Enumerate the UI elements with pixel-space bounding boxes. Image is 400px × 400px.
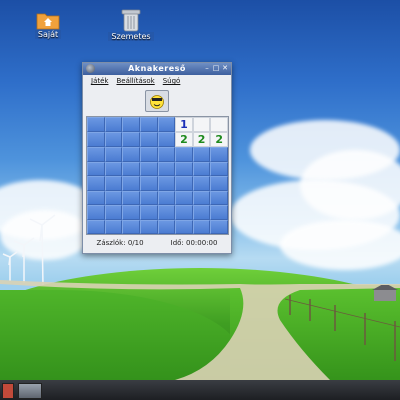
revealed-cell [210, 117, 228, 132]
new-game-button[interactable] [145, 90, 169, 112]
hidden-cell[interactable] [210, 176, 228, 191]
hidden-cell[interactable] [210, 205, 228, 220]
hidden-cell[interactable] [192, 190, 211, 205]
revealed-cell: 2 [192, 132, 211, 147]
hidden-cell[interactable] [139, 147, 158, 162]
hidden-cell[interactable] [157, 147, 176, 162]
desktop-background: Saját Szemetes Aknakereső – □ ✕ Játék Be… [0, 0, 400, 380]
menu-game[interactable]: Játék [91, 77, 108, 85]
hidden-cell[interactable] [192, 176, 211, 191]
hidden-cell[interactable] [104, 219, 123, 234]
hidden-cell[interactable] [122, 205, 140, 220]
hidden-cell[interactable] [104, 117, 123, 132]
hidden-cell[interactable] [210, 219, 228, 234]
hidden-cell[interactable] [122, 219, 140, 234]
hidden-cell[interactable] [210, 190, 228, 205]
hidden-cell[interactable] [87, 205, 105, 220]
hidden-cell[interactable] [104, 176, 123, 191]
hidden-cell[interactable] [104, 132, 123, 147]
hidden-cell[interactable] [104, 190, 123, 205]
hidden-cell[interactable] [122, 190, 140, 205]
minimize-icon[interactable]: – [203, 64, 211, 73]
hidden-cell[interactable] [122, 147, 140, 162]
revealed-cell: 2 [210, 132, 228, 147]
desktop-icon-trash[interactable]: Szemetes [108, 8, 154, 41]
start-menu-icon[interactable] [2, 383, 14, 399]
menu-settings[interactable]: Beállítások [116, 77, 154, 85]
maximize-icon[interactable]: □ [212, 64, 220, 73]
hidden-cell[interactable] [210, 161, 228, 176]
desktop-icon-home[interactable]: Saját [30, 10, 66, 39]
hidden-cell[interactable] [87, 219, 105, 234]
hidden-cell[interactable] [122, 161, 140, 176]
revealed-cell: 2 [175, 132, 193, 147]
smiley-face-icon [150, 95, 164, 109]
hidden-cell[interactable] [87, 147, 105, 162]
hidden-cell[interactable] [104, 147, 123, 162]
hidden-cell[interactable] [122, 117, 140, 132]
minefield-grid: 1222 [86, 116, 229, 235]
hidden-cell[interactable] [87, 190, 105, 205]
hidden-cell[interactable] [157, 176, 176, 191]
revealed-cell [192, 117, 211, 132]
revealed-cell: 1 [175, 117, 193, 132]
hidden-cell[interactable] [87, 132, 105, 147]
hidden-cell[interactable] [139, 117, 158, 132]
hidden-cell[interactable] [175, 147, 193, 162]
hidden-cell[interactable] [122, 176, 140, 191]
hidden-cell[interactable] [175, 176, 193, 191]
hidden-cell[interactable] [139, 205, 158, 220]
hidden-cell[interactable] [157, 117, 176, 132]
window-titlebar[interactable]: Aknakereső – □ ✕ [83, 63, 231, 75]
hidden-cell[interactable] [139, 219, 158, 234]
folder-home-icon [36, 13, 60, 30]
hidden-cell[interactable] [157, 219, 176, 234]
hidden-cell[interactable] [122, 132, 140, 147]
hidden-cell[interactable] [175, 190, 193, 205]
hidden-cell[interactable] [175, 161, 193, 176]
hidden-cell[interactable] [192, 205, 211, 220]
hidden-cell[interactable] [210, 147, 228, 162]
hidden-cell[interactable] [87, 161, 105, 176]
taskbar-window-button[interactable] [18, 383, 42, 399]
hidden-cell[interactable] [87, 176, 105, 191]
close-icon[interactable]: ✕ [221, 64, 229, 73]
minesweeper-window: Aknakereső – □ ✕ Játék Beállítások Súgó … [82, 62, 232, 254]
menu-help[interactable]: Súgó [163, 77, 181, 85]
hidden-cell[interactable] [139, 161, 158, 176]
hidden-cell[interactable] [192, 147, 211, 162]
hidden-cell[interactable] [175, 205, 193, 220]
hidden-cell[interactable] [87, 117, 105, 132]
hidden-cell[interactable] [139, 132, 158, 147]
trash-icon [121, 9, 141, 32]
hidden-cell[interactable] [175, 219, 193, 234]
hidden-cell[interactable] [157, 205, 176, 220]
hidden-cell[interactable] [157, 161, 176, 176]
flags-counter: Zászlók: 0/10 [96, 239, 144, 247]
timer: Idő: 00:00:00 [170, 239, 218, 247]
hidden-cell[interactable] [157, 132, 176, 147]
statusbar: Zászlók: 0/10 Idő: 00:00:00 [83, 235, 231, 251]
hidden-cell[interactable] [139, 176, 158, 191]
hidden-cell[interactable] [104, 205, 123, 220]
desktop-icon-label: Szemetes [108, 32, 154, 41]
menubar: Játék Beállítások Súgó [83, 75, 231, 87]
desktop-icon-label: Saját [34, 30, 62, 39]
hidden-cell[interactable] [157, 190, 176, 205]
hidden-cell[interactable] [192, 161, 211, 176]
hidden-cell[interactable] [192, 219, 211, 234]
hidden-cell[interactable] [139, 190, 158, 205]
hidden-cell[interactable] [104, 161, 123, 176]
taskbar [0, 380, 400, 400]
face-area [83, 87, 231, 113]
fence [284, 285, 400, 361]
